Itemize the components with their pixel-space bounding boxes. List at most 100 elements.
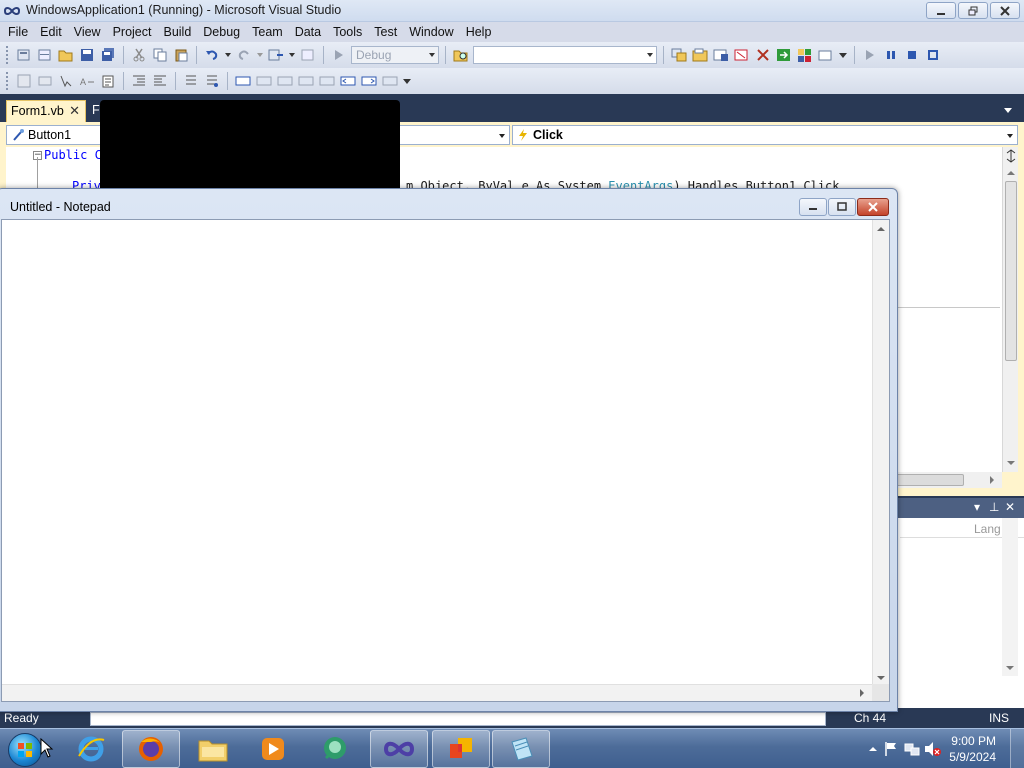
taskbar-windows-media-player[interactable] — [244, 730, 302, 768]
notepad-text-area[interactable] — [1, 219, 890, 702]
taskbar-office[interactable] — [432, 730, 490, 768]
clear-bookmarks-icon[interactable] — [381, 72, 399, 90]
tab-form1-vb[interactable]: Form1.vb ✕ — [6, 100, 86, 122]
toggle-bookmark-icon[interactable] — [234, 72, 252, 90]
extensions-icon[interactable] — [796, 46, 814, 64]
volume-muted-icon[interactable] — [924, 741, 942, 757]
start-debugging-icon[interactable] — [330, 46, 348, 64]
open-folder-icon[interactable] — [57, 46, 75, 64]
display-object-member-list-icon[interactable] — [15, 72, 33, 90]
add-project-icon[interactable] — [15, 46, 33, 64]
save-all-icon[interactable] — [99, 46, 117, 64]
previous-bookmark-icon[interactable] — [255, 72, 273, 90]
toolbar-grip[interactable] — [6, 46, 9, 64]
close-icon[interactable]: ✕ — [1005, 500, 1015, 514]
menu-view[interactable]: View — [70, 25, 109, 39]
start-page-icon[interactable] — [775, 46, 793, 64]
notepad-close-button[interactable] — [857, 198, 889, 216]
scroll-right-arrow-icon[interactable] — [988, 474, 996, 486]
taskbar-internet-explorer[interactable] — [62, 730, 120, 768]
navigate-forward-icon[interactable] — [299, 46, 317, 64]
menu-project[interactable]: Project — [109, 25, 160, 39]
scroll-up-arrow-icon[interactable] — [1005, 169, 1017, 177]
uncomment-icon[interactable] — [203, 72, 221, 90]
command-window-icon[interactable] — [817, 46, 835, 64]
vs-restore-button[interactable] — [958, 2, 988, 19]
vs-close-button[interactable] — [990, 2, 1020, 19]
method-name-combo[interactable]: Click — [512, 125, 1018, 145]
find-combo[interactable] — [473, 46, 657, 64]
increase-indent-icon[interactable] — [151, 72, 169, 90]
scroll-thumb[interactable] — [896, 474, 964, 486]
tools-icon[interactable] — [754, 46, 772, 64]
scroll-right-arrow-icon[interactable] — [858, 687, 866, 699]
next-bookmark-icon[interactable] — [276, 72, 294, 90]
split-editor-icon[interactable] — [1004, 149, 1018, 163]
notepad-horizontal-scrollbar[interactable] — [2, 684, 873, 701]
taskbar-chat-app[interactable] — [306, 730, 364, 768]
menu-help[interactable]: Help — [462, 25, 500, 39]
undo-dropdown-icon[interactable] — [224, 46, 232, 64]
redo-dropdown-icon[interactable] — [256, 46, 264, 64]
taskbar-windows-explorer[interactable] — [184, 730, 242, 768]
navigate-dropdown-icon[interactable] — [288, 46, 296, 64]
break-all-icon[interactable] — [882, 46, 900, 64]
previous-bookmark-document-icon[interactable] — [339, 72, 357, 90]
close-tab-icon[interactable]: ✕ — [69, 103, 80, 119]
toolbar-options-icon[interactable] — [838, 46, 848, 64]
display-parameter-info-icon[interactable] — [36, 72, 54, 90]
comment-out-icon[interactable] — [182, 72, 200, 90]
solution-configuration-combo[interactable]: Debug — [351, 46, 439, 64]
vs-minimize-button[interactable] — [926, 2, 956, 19]
decrease-indent-icon[interactable] — [130, 72, 148, 90]
action-center-flag-icon[interactable] — [884, 741, 898, 757]
properties-window-icon[interactable] — [691, 46, 709, 64]
menu-team[interactable]: Team — [248, 25, 291, 39]
scroll-thumb[interactable] — [1005, 181, 1017, 361]
copy-icon[interactable] — [151, 46, 169, 64]
window-position-dropdown-icon[interactable]: ▾ — [974, 500, 980, 514]
clock-date[interactable]: 5/9/2024 — [949, 750, 996, 764]
stop-debugging-icon[interactable] — [903, 46, 921, 64]
menu-test[interactable]: Test — [370, 25, 405, 39]
solution-explorer-icon[interactable] — [670, 46, 688, 64]
restart-icon[interactable] — [924, 46, 942, 64]
previous-bookmark-folder-icon[interactable] — [297, 72, 315, 90]
find-in-files-icon[interactable] — [452, 46, 470, 64]
menu-tools[interactable]: Tools — [329, 25, 370, 39]
menu-file[interactable]: File — [4, 25, 36, 39]
next-bookmark-folder-icon[interactable] — [318, 72, 336, 90]
paste-icon[interactable] — [172, 46, 190, 64]
scroll-down-arrow-icon[interactable] — [875, 674, 887, 682]
network-icon[interactable] — [904, 741, 920, 757]
taskbar-firefox[interactable] — [122, 730, 180, 768]
redo-icon[interactable] — [235, 46, 253, 64]
vs-title-bar[interactable]: WindowsApplication1 (Running) - Microsof… — [0, 0, 1024, 22]
menu-data[interactable]: Data — [291, 25, 329, 39]
object-browser-icon[interactable] — [712, 46, 730, 64]
notepad-vertical-scrollbar[interactable] — [872, 220, 889, 686]
clock-time[interactable]: 9:00 PM — [951, 734, 996, 748]
menu-build[interactable]: Build — [159, 25, 199, 39]
add-item-icon[interactable] — [36, 46, 54, 64]
navigate-backward-icon[interactable] — [267, 46, 285, 64]
scroll-down-arrow-icon[interactable] — [1005, 459, 1017, 467]
paste-special-icon[interactable] — [99, 72, 117, 90]
display-word-completion-icon[interactable]: A — [78, 72, 96, 90]
cut-icon[interactable] — [130, 46, 148, 64]
notepad-minimize-button[interactable] — [799, 198, 827, 216]
toolbox-icon[interactable] — [733, 46, 751, 64]
show-hidden-icons-icon[interactable] — [868, 744, 878, 754]
toolbar-options-icon[interactable] — [402, 72, 412, 90]
taskbar-notepad[interactable] — [492, 730, 550, 768]
menu-edit[interactable]: Edit — [36, 25, 70, 39]
taskbar-visual-studio[interactable] — [370, 730, 428, 768]
toolbar-grip[interactable] — [6, 72, 9, 90]
undo-icon[interactable] — [203, 46, 221, 64]
notepad-maximize-button[interactable] — [828, 198, 856, 216]
tool-window-scrollbar[interactable] — [1002, 518, 1018, 676]
notepad-size-grip[interactable] — [872, 684, 889, 701]
scroll-down-arrow-icon[interactable] — [1004, 664, 1016, 672]
menu-window[interactable]: Window — [405, 25, 461, 39]
save-icon[interactable] — [78, 46, 96, 64]
